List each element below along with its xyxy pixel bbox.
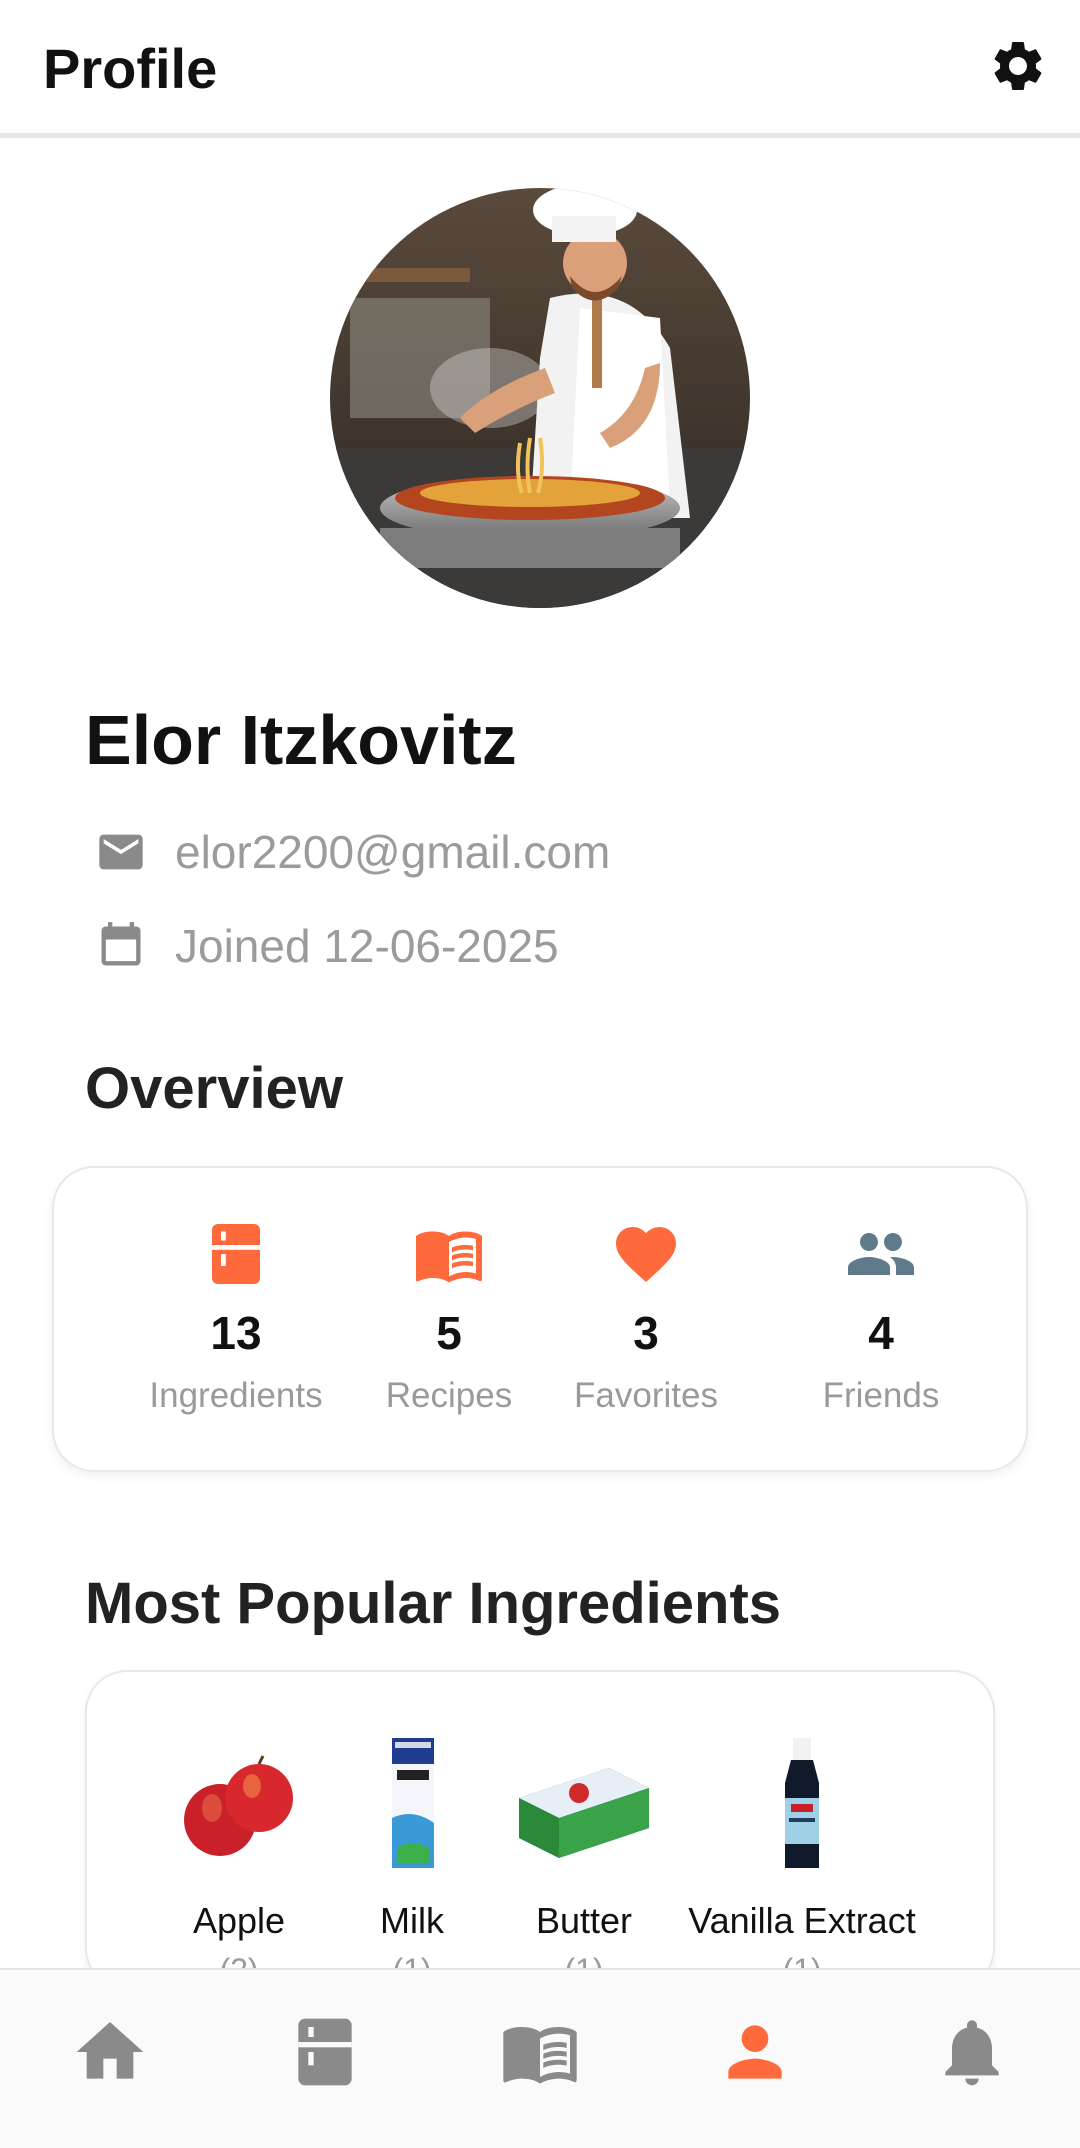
- stat-favorites[interactable]: 3 Favorites: [546, 1218, 746, 1416]
- joined-date: Joined 12-06-2025: [175, 920, 559, 972]
- ingredient-vanilla-extract[interactable]: Vanilla Extract (1): [677, 1728, 927, 1989]
- heart-icon: [616, 1227, 676, 1283]
- avatar[interactable]: [330, 188, 750, 608]
- email-row: elor2200@gmail.com: [95, 822, 610, 882]
- stat-label: Favorites: [574, 1376, 718, 1415]
- stat-friends[interactable]: 4 Friends: [781, 1218, 981, 1416]
- gear-icon[interactable]: [988, 36, 1048, 96]
- ingredient-name: Butter: [535, 1900, 633, 1941]
- mail-icon: [99, 834, 143, 870]
- popular-title: Most Popular Ingredients: [85, 1571, 782, 1636]
- people-icon: [848, 1233, 914, 1275]
- stat-value: 4: [868, 1307, 894, 1359]
- stat-value: 13: [210, 1307, 262, 1359]
- ingredient-butter[interactable]: Butter (1): [469, 1728, 699, 1989]
- butter-image: [519, 1768, 649, 1858]
- fridge-icon[interactable]: [285, 2012, 365, 2092]
- milk-image: [392, 1738, 434, 1868]
- bottom-nav: [0, 1968, 1080, 2148]
- page-title: Profile: [43, 37, 218, 100]
- overview-card: 13 Ingredients 5 Recipes 3 Favorites 4 F…: [52, 1166, 1028, 1472]
- stat-value: 3: [633, 1307, 659, 1359]
- stat-label: Recipes: [385, 1376, 513, 1415]
- book-icon[interactable]: [500, 2012, 580, 2092]
- home-icon[interactable]: [70, 2012, 150, 2092]
- stat-value: 5: [436, 1307, 462, 1359]
- person-icon[interactable]: [715, 2012, 795, 2092]
- app-bar: Profile: [0, 0, 1080, 138]
- fridge-icon: [212, 1224, 260, 1284]
- apple-image: [184, 1755, 293, 1856]
- avatar-image: [330, 188, 750, 608]
- ingredient-name: Vanilla Extract: [688, 1900, 916, 1941]
- stat-label: Ingredients: [149, 1376, 323, 1415]
- book-icon: [416, 1231, 482, 1283]
- popular-card: Apple (2) Milk (1) Butter (1): [85, 1670, 995, 1990]
- stat-recipes[interactable]: 5 Recipes: [349, 1218, 549, 1416]
- calendar-icon: [101, 922, 141, 966]
- stat-label: Friends: [822, 1376, 940, 1415]
- overview-title: Overview: [85, 1056, 343, 1121]
- bell-icon[interactable]: [932, 2012, 1012, 2092]
- user-name: Elor Itzkovitz: [85, 701, 517, 779]
- joined-row: Joined 12-06-2025: [95, 916, 559, 976]
- vanilla-extract-image: [785, 1738, 819, 1868]
- user-email: elor2200@gmail.com: [175, 826, 611, 878]
- stat-ingredients[interactable]: 13 Ingredients: [136, 1218, 336, 1416]
